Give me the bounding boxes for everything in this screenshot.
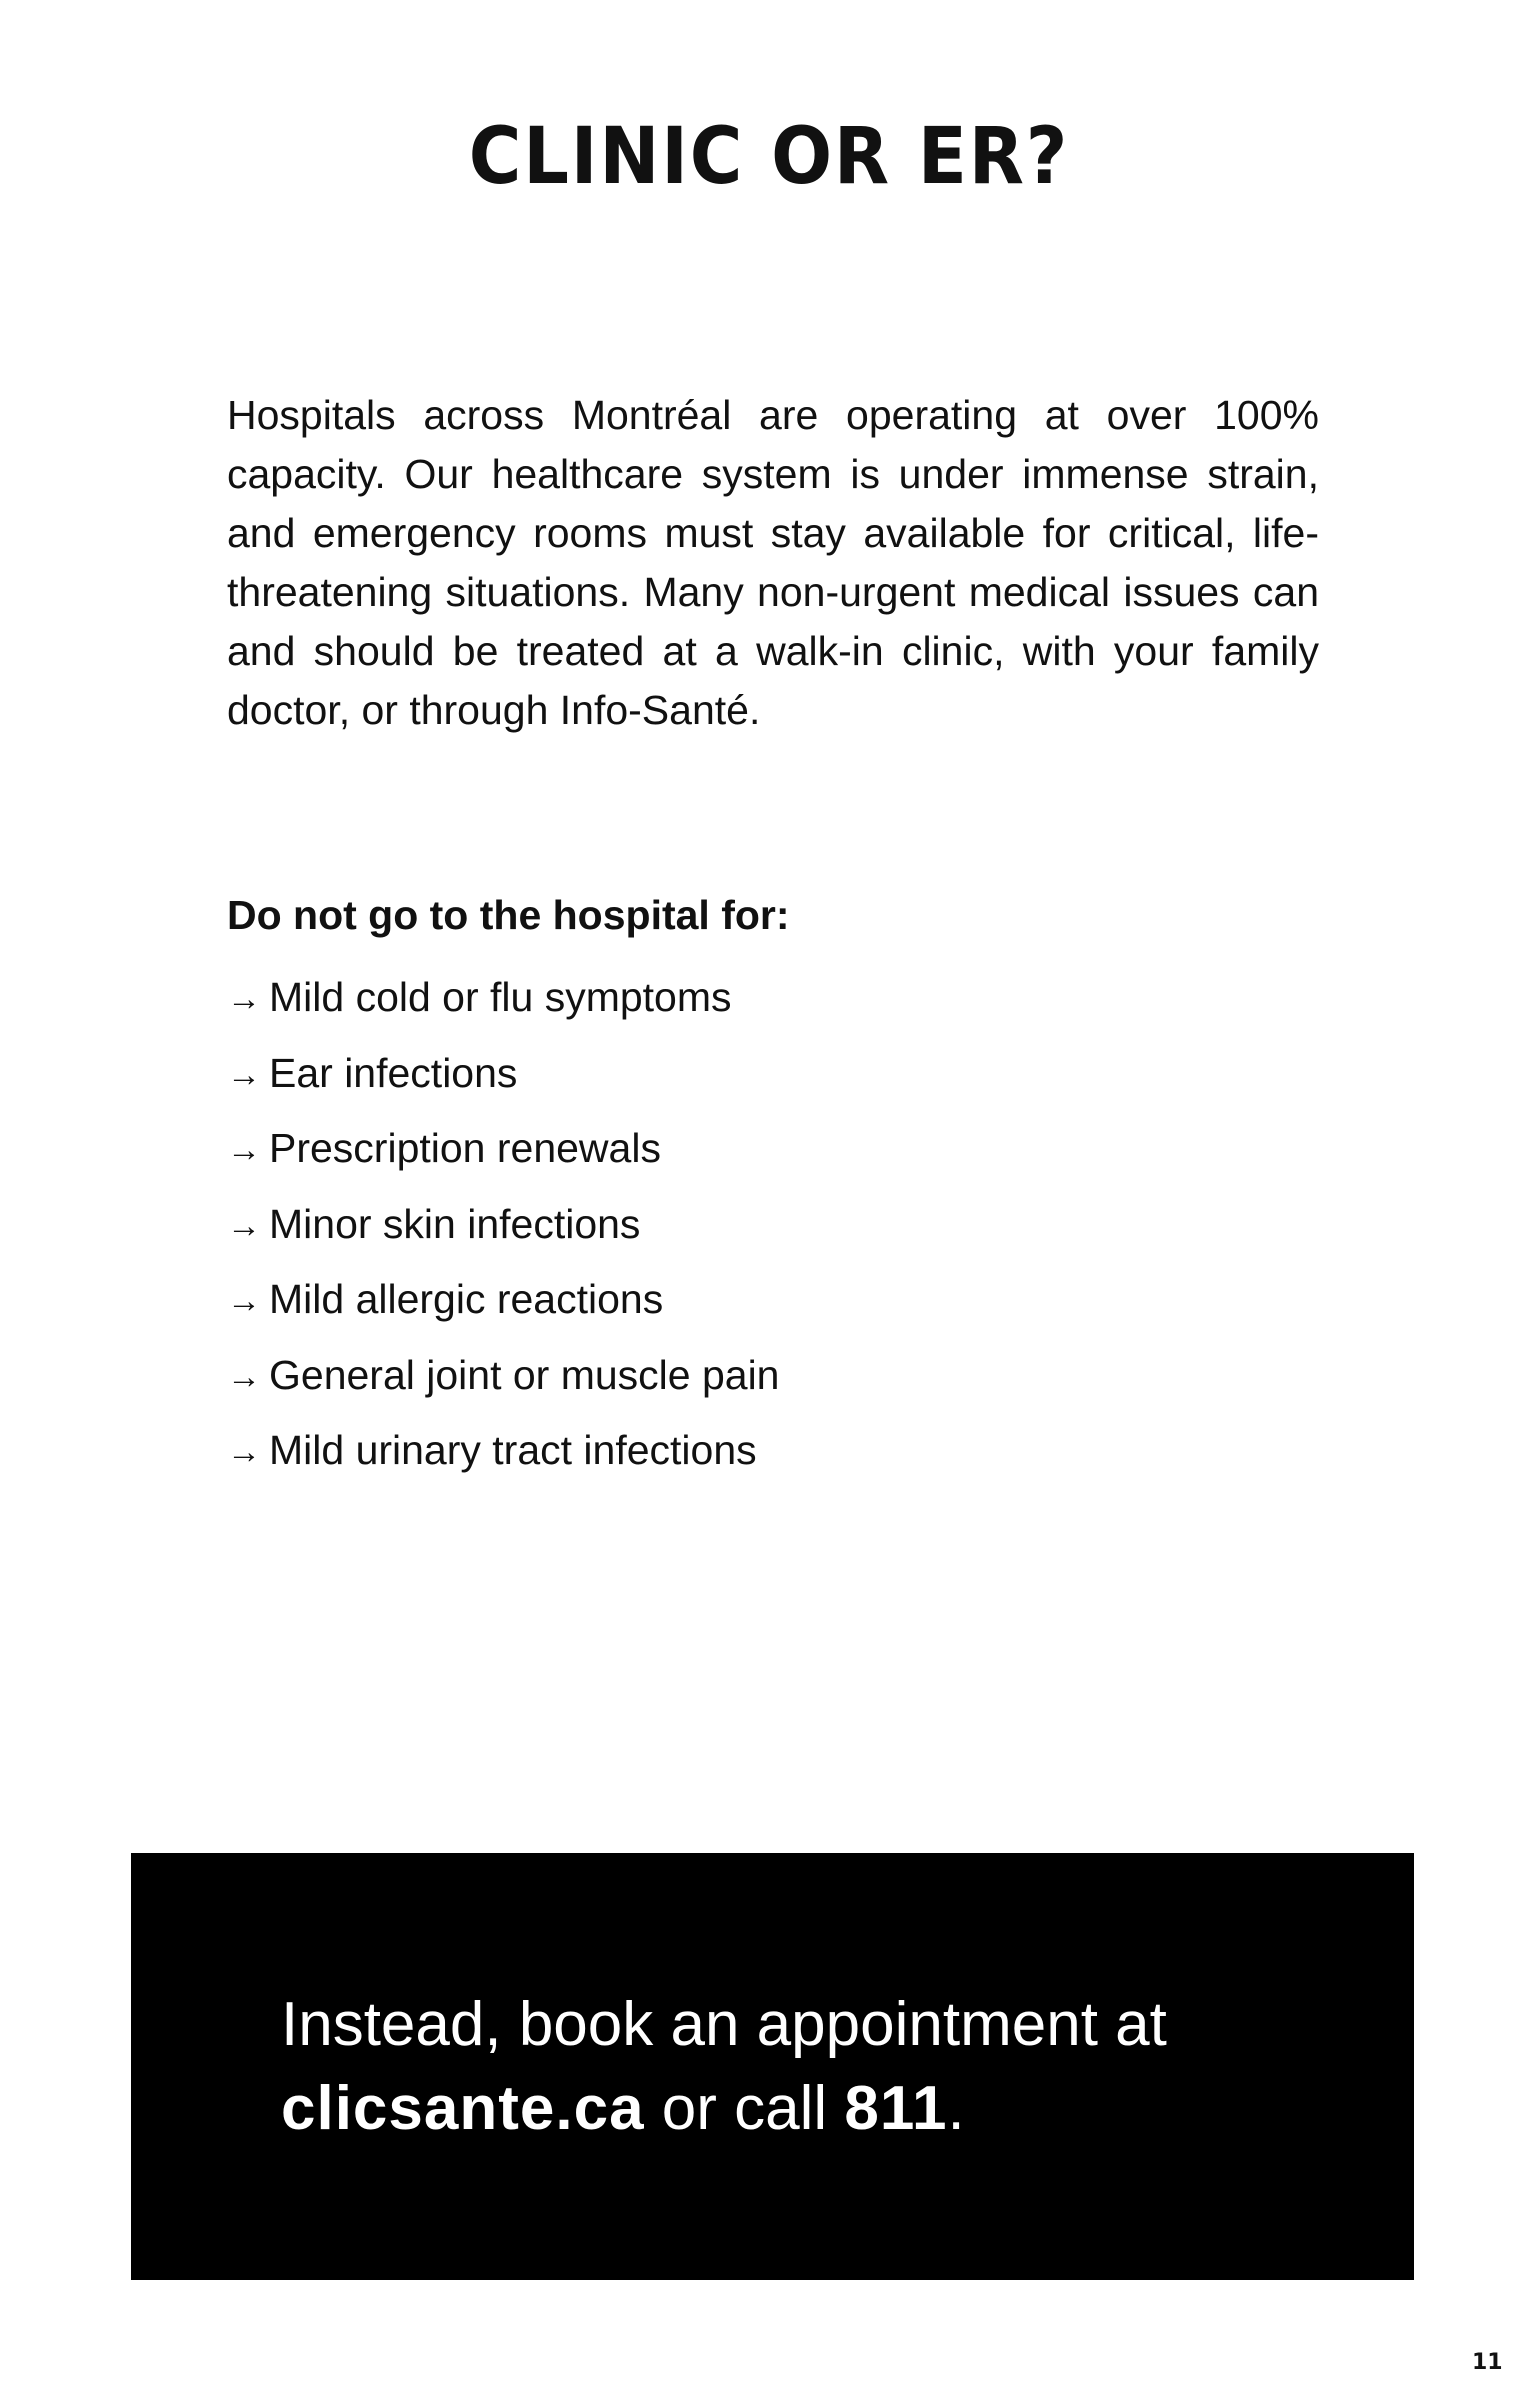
list-item: → Ear infections <box>227 1044 779 1120</box>
list-item: → Prescription renewals <box>227 1119 779 1195</box>
list-item-label: Mild allergic reactions <box>269 1276 664 1322</box>
cta-box: Instead, book an appointment at clicsant… <box>131 1853 1414 2280</box>
arrow-right-icon: → <box>227 1357 261 1396</box>
list-item: → Mild allergic reactions <box>227 1270 779 1346</box>
phone-number[interactable]: 811 <box>844 2074 947 2143</box>
list-item-label: Mild cold or flu symptoms <box>269 974 732 1020</box>
list-item: → General joint or muscle pain <box>227 1346 779 1422</box>
arrow-right-icon: → <box>227 1282 261 1320</box>
list-heading: Do not go to the hospital for: <box>227 892 790 938</box>
arrow-right-icon: → <box>227 1433 261 1471</box>
symptom-list: → Mild cold or flu symptoms → Ear infectio… <box>227 968 779 1497</box>
cta-text: Instead, book an appointment at clicsant… <box>281 1983 1381 2151</box>
cta-middle-text: or call <box>644 2074 845 2143</box>
list-item: → Minor skin infections <box>227 1195 779 1271</box>
clicsante-link[interactable]: clicsante.ca <box>281 2074 645 2143</box>
arrow-right-icon: → <box>227 980 261 1018</box>
list-item-label: Minor skin infections <box>269 1200 641 1247</box>
intro-paragraph: Hospitals across Montréal are operating … <box>227 392 1319 733</box>
cta-end-text: . <box>947 2074 965 2143</box>
arrow-right-icon: → <box>227 1131 261 1169</box>
arrow-right-icon: → <box>227 1206 261 1245</box>
list-item-label: General joint or muscle pain <box>269 1351 780 1398</box>
page-title: CLINIC OR ER? <box>468 112 1070 202</box>
list-item-label: Mild urinary tract infections <box>269 1427 757 1473</box>
list-item: → Mild cold or flu symptoms <box>227 968 779 1044</box>
list-item-label: Ear infections <box>269 1049 518 1096</box>
arrow-right-icon: → <box>227 1055 261 1094</box>
list-item: → Mild urinary tract infections <box>227 1421 779 1497</box>
page-number: 11 <box>1472 2350 1503 2375</box>
list-item-label: Prescription renewals <box>269 1125 661 1171</box>
cta-line-1: Instead, book an appointment at <box>281 1990 1167 2059</box>
